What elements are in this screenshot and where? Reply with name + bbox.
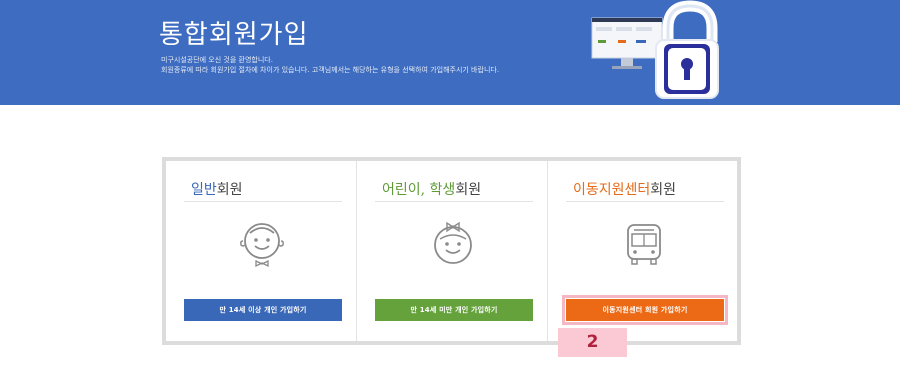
header-banner: 통합회원가입 미구시설공단에 오신 것을 환영합니다. 회원종류에 따라 회원가… [0,0,900,105]
card-title: 이동지원센터회원 [573,182,677,198]
card-title: 어린이, 학생회원 [382,182,482,198]
card-mobility-center-member: 이동지원센터회원 이동지원센터 회원 가입하기 [547,161,737,341]
card-general-member: 일반회원 만 14세 이상 개인 가입하기 [166,161,356,341]
banner-description-line2: 회원종류에 따라 회원가입 절차에 차이가 있습니다. 고객님께서는 해당하는 … [161,66,500,74]
child-face-icon [434,221,472,264]
member-type-panel: 일반회원 만 14세 이상 개인 가입하기 어린이, 학생회원 만 14세 미만… [162,157,741,345]
divider [566,201,724,202]
bus-icon [627,224,661,265]
banner-description-line1: 미구시설공단에 오신 것을 환영합니다. [161,56,273,64]
adult-face-icon [240,223,284,268]
divider [375,201,533,202]
join-mobility-center-button[interactable]: 이동지원센터 회원 가입하기 [562,295,728,325]
monitor-icon [591,17,663,69]
card-child-student-member: 어린이, 학생회원 만 14세 미만 개인 가입하기 [356,161,546,341]
card-title: 일반회원 [191,182,243,198]
padlock-icon [655,0,719,99]
step-marker-badge: 2 [558,328,627,357]
join-child-button[interactable]: 만 14세 미만 개인 가입하기 [375,299,533,321]
divider [184,201,342,202]
security-lock-illustration [591,0,719,99]
join-general-button[interactable]: 만 14세 이상 개인 가입하기 [184,299,342,321]
page-title: 통합회원가입 [159,20,309,50]
